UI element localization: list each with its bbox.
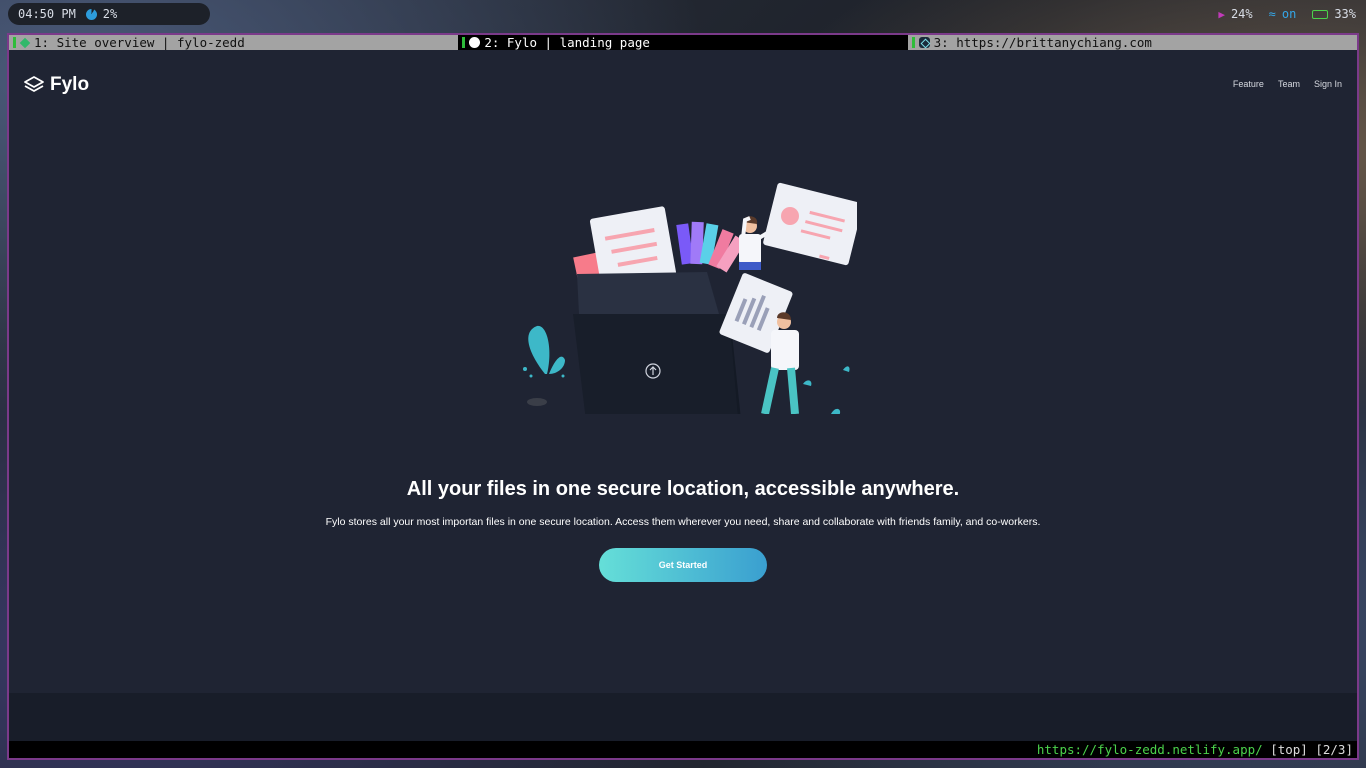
browser-window: 1: Site overview | fylo-zedd 2: Fylo | l… (7, 33, 1359, 760)
wifi-indicator[interactable]: ≈ on (1269, 7, 1297, 21)
tab-site-overview[interactable]: 1: Site overview | fylo-zedd (9, 35, 459, 50)
speaker-icon: ▶ (1218, 7, 1225, 21)
brand-name: Fylo (50, 74, 90, 95)
tab-fylo-landing[interactable]: 2: Fylo | landing page (458, 35, 908, 50)
volume-indicator[interactable]: ▶ 24% (1218, 7, 1252, 21)
hero-title: All your files in one secure location, a… (406, 478, 960, 500)
nav-link-team[interactable]: Team (1278, 79, 1300, 89)
volume-value: 24% (1230, 7, 1253, 21)
nav-link-sign-in[interactable]: Sign In (1314, 79, 1342, 89)
hero-illustration (523, 182, 857, 414)
layers-icon (24, 76, 44, 92)
tab-label: 2: Fylo | landing page (484, 35, 650, 50)
tab-bar: 1: Site overview | fylo-zedd 2: Fylo | l… (9, 35, 1357, 50)
tab-index: [2/3] (1315, 742, 1353, 757)
system-bar-left: 04:50 PM 2% (8, 3, 210, 25)
current-url: https://fylo-zedd.netlify.app/ (1036, 742, 1263, 757)
site-nav: Fylo Feature Team Sign In (9, 50, 1357, 120)
wifi-state: on (1281, 7, 1297, 21)
hero-subtitle: Fylo stores all your most importan files… (325, 516, 1041, 528)
tab-label: 1: Site overview | fylo-zedd (34, 35, 245, 50)
cpu-indicator: 2% (85, 7, 118, 21)
browser-statusline: https://fylo-zedd.netlify.app/ [top] [2/… (9, 741, 1357, 758)
tab-brittanychiang[interactable]: 3: https://brittanychiang.com (907, 35, 1357, 50)
nav-link-feature[interactable]: Feature (1233, 79, 1264, 89)
nav-links: Feature Team Sign In (1233, 79, 1342, 89)
scroll-position: [top] (1270, 742, 1308, 757)
system-bar-right: ▶ 24% ≈ on 33% (1218, 3, 1356, 25)
cpu-pie-icon (85, 8, 97, 20)
page-footer-band (9, 693, 1357, 743)
plant-decoration (523, 325, 565, 406)
tab-marker (13, 37, 16, 48)
hexagon-favicon-icon (918, 37, 930, 48)
battery-icon (1312, 9, 1329, 19)
battery-value: 33% (1334, 7, 1356, 21)
brand-logo[interactable]: Fylo (23, 74, 89, 96)
netlify-favicon-icon (19, 37, 31, 48)
webpage: Fylo Feature Team Sign In All your files… (9, 50, 1357, 693)
get-started-button[interactable]: Get Started (599, 548, 767, 582)
tab-marker (911, 37, 915, 48)
wifi-icon: ≈ (1268, 7, 1276, 21)
tab-marker (462, 37, 466, 48)
globe-favicon-icon (469, 37, 481, 48)
clock: 04:50 PM (18, 7, 76, 21)
tab-label: 3: https://brittanychiang.com (933, 35, 1152, 50)
battery-indicator: 33% (1312, 7, 1356, 21)
cpu-value: 2% (102, 7, 118, 21)
